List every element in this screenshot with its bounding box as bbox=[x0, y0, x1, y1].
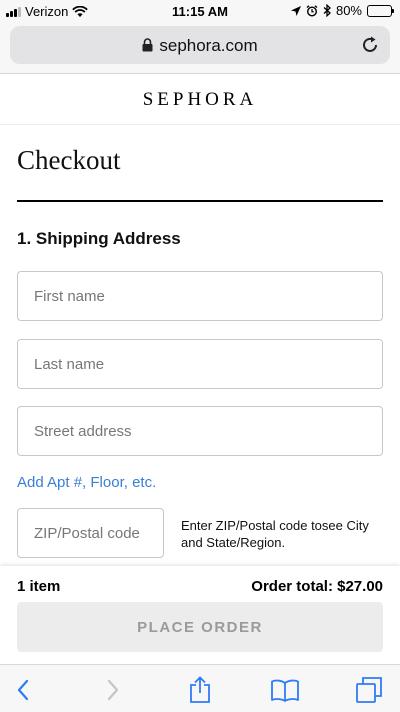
forward-button[interactable] bbox=[98, 675, 128, 705]
url-display[interactable]: sephora.com bbox=[10, 36, 390, 56]
back-icon bbox=[17, 679, 29, 701]
address-bar[interactable]: sephora.com bbox=[10, 26, 390, 64]
reload-icon[interactable] bbox=[360, 35, 380, 55]
battery-icon bbox=[367, 4, 394, 17]
location-arrow-icon bbox=[290, 5, 301, 16]
item-count: 1 item bbox=[17, 578, 61, 595]
bluetooth-icon bbox=[323, 4, 331, 17]
share-icon bbox=[190, 676, 210, 703]
last-name-input[interactable] bbox=[17, 339, 383, 389]
bookmarks-icon bbox=[271, 679, 299, 702]
sephora-logo[interactable]: SEPHORA bbox=[143, 89, 258, 110]
street-address-input[interactable] bbox=[17, 406, 383, 456]
browser-address-area: sephora.com bbox=[0, 22, 400, 74]
bookmarks-button[interactable] bbox=[270, 675, 300, 705]
browser-toolbar bbox=[0, 664, 400, 712]
status-bar: Verizon 11:15 AM 80% bbox=[0, 0, 400, 22]
lock-icon bbox=[142, 38, 153, 52]
forward-icon bbox=[107, 679, 119, 701]
add-apt-floor-link[interactable]: Add Apt #, Floor, etc. bbox=[17, 474, 156, 491]
alarm-icon bbox=[306, 4, 318, 17]
tabs-button[interactable] bbox=[354, 675, 384, 705]
tabs-icon bbox=[356, 677, 382, 703]
zip-hint-text: Enter ZIP/Postal code tosee City and Sta… bbox=[181, 518, 369, 550]
title-divider bbox=[17, 200, 383, 202]
status-right-group: 80% bbox=[290, 3, 394, 18]
back-button[interactable] bbox=[8, 675, 38, 705]
page-title: Checkout bbox=[17, 145, 121, 175]
battery-percent: 80% bbox=[335, 3, 362, 18]
place-order-button[interactable]: PLACE ORDER bbox=[17, 602, 383, 652]
share-button[interactable] bbox=[185, 675, 215, 705]
order-summary-bar: 1 item Order total: $27.00 PLACE ORDER bbox=[0, 566, 400, 664]
shipping-address-heading: 1. Shipping Address bbox=[17, 229, 181, 248]
first-name-input[interactable] bbox=[17, 271, 383, 321]
order-total: Order total: $27.00 bbox=[251, 578, 383, 595]
zip-postal-code-input[interactable] bbox=[17, 508, 164, 558]
site-header: SEPHORA bbox=[0, 75, 400, 125]
url-text: sephora.com bbox=[159, 36, 258, 55]
